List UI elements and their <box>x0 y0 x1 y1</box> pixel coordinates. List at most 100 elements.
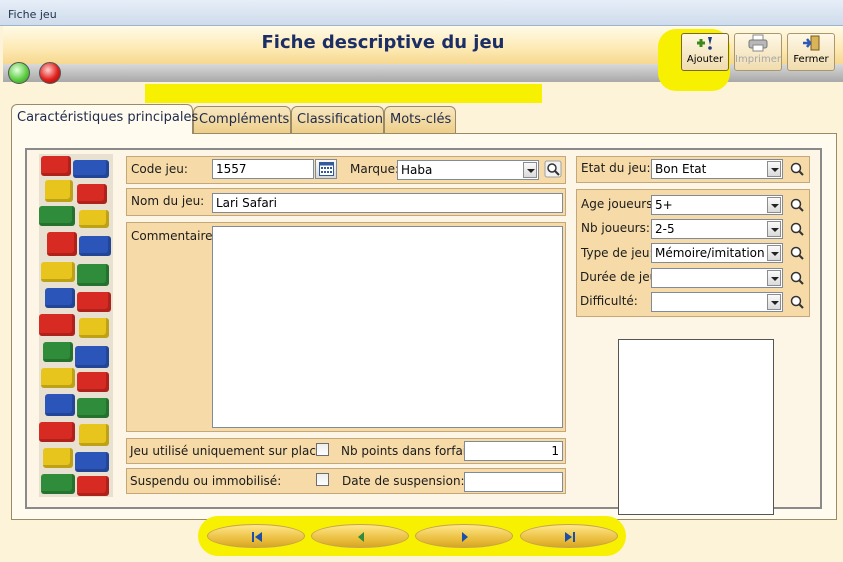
calendar-icon <box>319 162 334 176</box>
suspended-checkbox[interactable] <box>316 473 329 486</box>
name-label: Nom du jeu: <box>131 194 205 208</box>
tab-keywords[interactable]: Mots-clés <box>384 106 456 133</box>
duration-select[interactable] <box>651 268 783 288</box>
highlight-marker <box>145 84 542 103</box>
brick <box>79 236 111 256</box>
last-record-icon <box>565 532 575 542</box>
code-field[interactable]: 1557 <box>212 159 314 179</box>
chevron-down-icon[interactable] <box>767 245 781 261</box>
tab-complements[interactable]: Compléments <box>193 106 291 133</box>
brick <box>79 424 109 446</box>
difficulty-search-button[interactable] <box>788 293 806 311</box>
game-image-box[interactable] <box>618 339 774 515</box>
brick <box>77 264 109 286</box>
red-status-icon[interactable] <box>39 62 61 84</box>
brick <box>77 372 109 392</box>
tab-classification[interactable]: Classification <box>291 106 384 133</box>
brick <box>77 292 111 312</box>
chevron-down-icon[interactable] <box>767 161 781 177</box>
code-label: Code jeu: <box>131 162 188 176</box>
tab-main-characteristics[interactable]: Caractéristiques principales <box>11 104 198 134</box>
window-title: Fiche jeu <box>8 8 57 21</box>
brick <box>43 448 73 468</box>
brick <box>77 398 109 418</box>
players-select[interactable]: 2-5 <box>651 219 783 239</box>
age-select[interactable]: 5+ <box>651 195 783 215</box>
printer-icon <box>735 34 781 54</box>
onsite-checkbox[interactable] <box>316 443 329 456</box>
green-status-icon[interactable] <box>8 62 30 84</box>
state-select[interactable]: Bon Etat <box>651 159 783 179</box>
chevron-down-icon[interactable] <box>767 221 781 237</box>
age-label: Age joueurs: <box>581 197 657 211</box>
window-titlebar: Fiche jeu <box>0 0 843 26</box>
chevron-down-icon[interactable] <box>767 294 781 310</box>
age-value: 5+ <box>655 198 673 212</box>
points-label: Nb points dans forfait: <box>341 444 475 458</box>
last-record-button[interactable] <box>520 524 618 548</box>
suspension-date-label: Date de suspension: <box>342 474 465 488</box>
brick <box>41 368 75 388</box>
brick <box>77 476 109 496</box>
brick <box>45 288 75 308</box>
brand-select[interactable]: Haba <box>397 160 539 180</box>
brick <box>79 318 109 338</box>
players-search-button[interactable] <box>788 220 806 238</box>
brick <box>39 422 75 442</box>
difficulty-label: Difficulté: <box>580 294 638 308</box>
suspended-label: Suspendu ou immobilisé: <box>130 474 282 488</box>
first-record-icon <box>252 532 262 542</box>
brick <box>41 156 71 176</box>
previous-record-icon <box>358 532 364 542</box>
print-button[interactable]: Imprimer <box>734 33 782 71</box>
type-label: Type de jeu: <box>581 246 654 260</box>
close-button[interactable]: Fermer <box>787 33 835 71</box>
brick <box>79 210 109 228</box>
previous-record-button[interactable] <box>311 524 409 548</box>
duration-search-button[interactable] <box>788 269 806 287</box>
comment-textarea[interactable] <box>212 226 563 428</box>
brick <box>43 342 73 362</box>
magnifier-icon <box>790 198 804 212</box>
magnifier-icon <box>790 162 804 176</box>
next-record-icon <box>462 532 468 542</box>
onsite-label: Jeu utilisé uniquement sur place: <box>130 444 328 458</box>
comment-label: Commentaire: <box>131 229 217 243</box>
brick <box>39 314 75 336</box>
page-title: Fiche descriptive du jeu <box>261 32 505 53</box>
close-button-label: Fermer <box>793 54 829 65</box>
lego-bricks-image <box>39 154 113 497</box>
players-value: 2-5 <box>655 222 675 236</box>
brick <box>75 346 109 368</box>
type-select[interactable]: Mémoire/imitation <box>651 243 783 263</box>
brick <box>45 394 75 416</box>
age-search-button[interactable] <box>788 196 806 214</box>
chevron-down-icon[interactable] <box>767 197 781 213</box>
print-button-label: Imprimer <box>735 54 781 65</box>
brick <box>39 206 75 226</box>
add-button[interactable]: Ajouter <box>681 33 729 71</box>
calendar-button[interactable] <box>315 159 337 179</box>
players-label: Nb joueurs: <box>581 221 650 235</box>
add-icon <box>682 34 728 54</box>
state-search-button[interactable] <box>788 160 806 178</box>
magnifier-icon <box>790 246 804 260</box>
type-value: Mémoire/imitation <box>655 246 765 260</box>
name-field[interactable]: Lari Safari <box>212 193 563 213</box>
brick <box>41 474 75 494</box>
suspension-date-field[interactable] <box>464 472 563 492</box>
brick <box>75 452 109 472</box>
magnifier-icon <box>544 160 562 178</box>
chevron-down-icon[interactable] <box>767 270 781 286</box>
exit-door-icon <box>788 34 834 54</box>
chevron-down-icon[interactable] <box>523 162 537 178</box>
difficulty-select[interactable] <box>651 292 783 312</box>
next-record-button[interactable] <box>415 524 513 548</box>
first-record-button[interactable] <box>207 524 305 548</box>
brand-search-button[interactable] <box>544 160 562 178</box>
state-label: Etat du jeu: <box>581 161 651 175</box>
points-field[interactable]: 1 <box>464 441 563 461</box>
brick <box>45 180 73 202</box>
type-search-button[interactable] <box>788 244 806 262</box>
brick <box>77 184 107 204</box>
